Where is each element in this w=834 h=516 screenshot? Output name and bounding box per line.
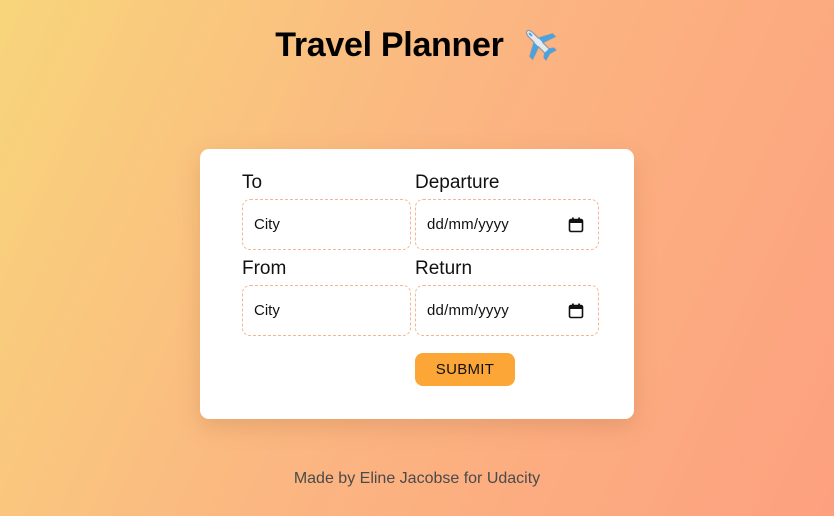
departure-date-value: dd/mm/yyyy [427,216,510,233]
to-city-field[interactable] [242,199,411,250]
travel-form-card: To Departure dd/mm/yyyy From Return dd/m… [200,149,634,419]
calendar-icon[interactable] [568,217,584,233]
from-label: From [242,258,287,279]
departure-label: Departure [415,172,500,193]
to-city-input[interactable] [254,216,410,233]
departure-date-field[interactable]: dd/mm/yyyy [415,199,599,250]
footer-credit: Made by Eline Jacobse for Udacity [293,470,541,487]
page-title: Travel Planner [0,26,834,67]
calendar-icon[interactable] [568,303,584,319]
page-title-text: Travel Planner [275,26,504,64]
return-label: Return [415,258,473,279]
submit-button[interactable]: SUBMIT [415,353,515,386]
airplane-icon [525,29,557,61]
to-label: To [242,172,263,193]
from-city-input[interactable] [254,302,410,319]
from-city-field[interactable] [242,285,411,336]
return-date-field[interactable]: dd/mm/yyyy [415,285,599,336]
return-date-value: dd/mm/yyyy [427,302,510,319]
